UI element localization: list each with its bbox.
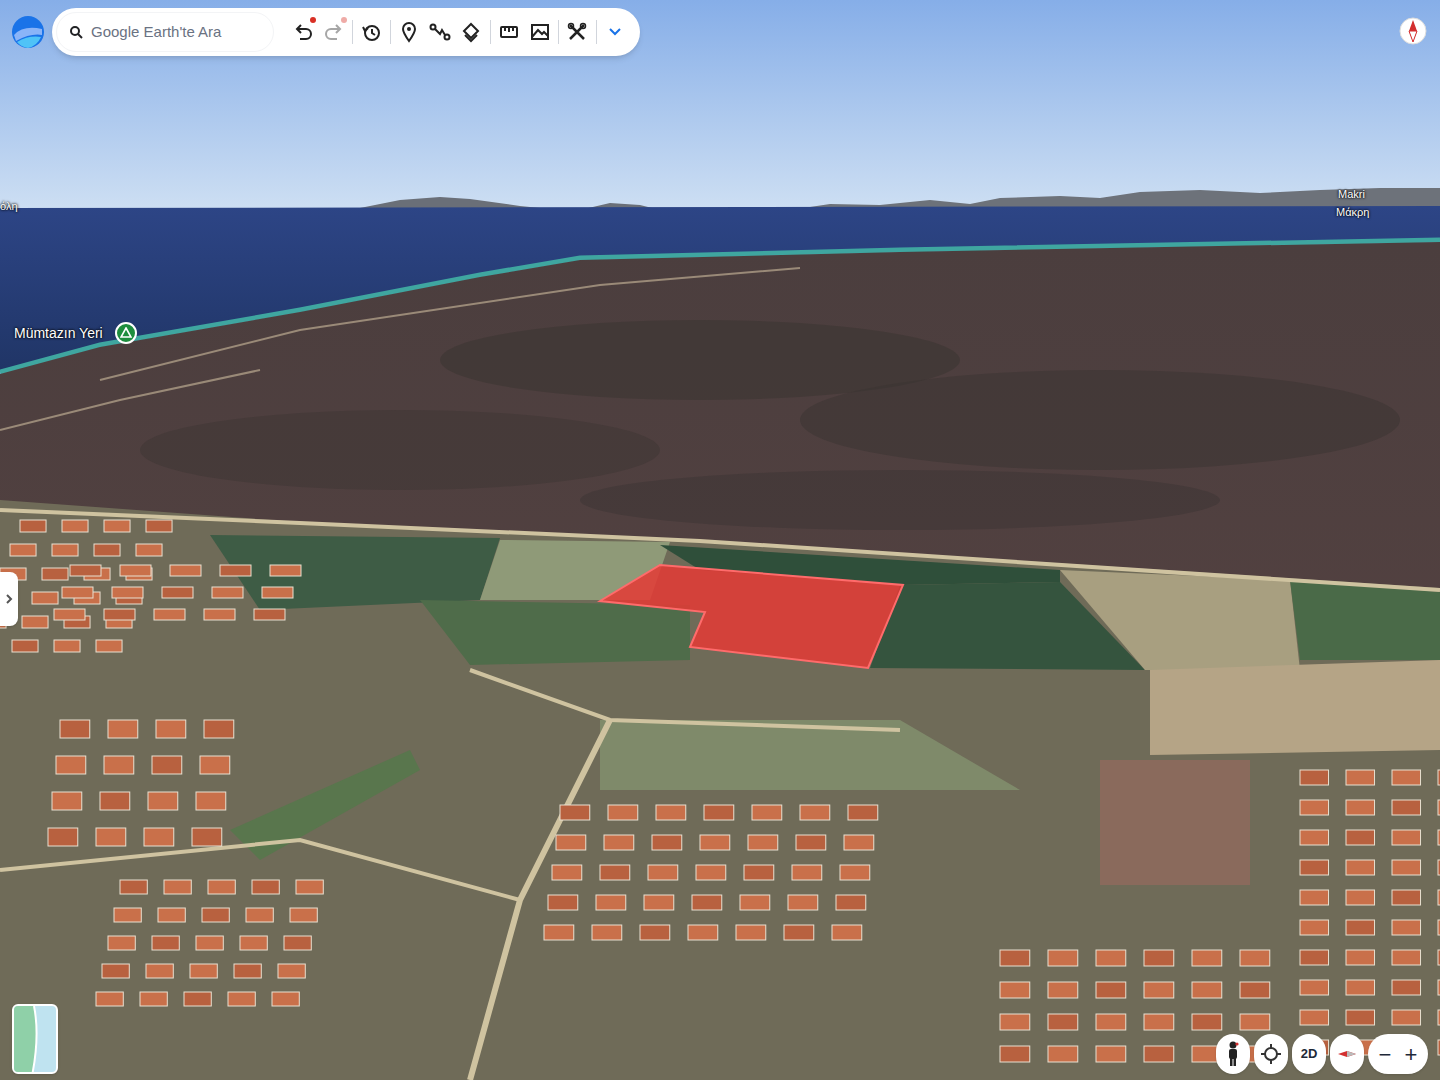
toolbar-separator	[558, 20, 559, 44]
toolbar-separator	[352, 20, 353, 44]
side-panel-toggle[interactable]	[0, 572, 18, 626]
change-indicator-dot	[341, 17, 347, 23]
map-label[interactable]: Mümtazın Yeri	[14, 322, 137, 344]
my-location-icon[interactable]	[1254, 1034, 1288, 1074]
map-label-text: όλη	[0, 200, 18, 212]
earth-logo-icon[interactable]	[10, 8, 46, 56]
compass-icon[interactable]	[1330, 1034, 1364, 1074]
change-indicator-dot	[310, 17, 316, 23]
street-view-pegman-icon[interactable]	[1216, 1034, 1250, 1074]
undo-icon[interactable]	[290, 17, 316, 47]
view-controls: 2D −+	[1216, 1034, 1428, 1074]
tools-icon[interactable]	[564, 17, 590, 47]
earth-view[interactable]: όλη Mümtazın Yeri Makri Μάκρη 2D −+	[0, 0, 1440, 1080]
redo-icon[interactable]	[321, 17, 347, 47]
zoom-in-button[interactable]: +	[1398, 1038, 1424, 1070]
map-label[interactable]: Μάκρη	[1336, 206, 1369, 218]
map-label-text: Μάκρη	[1336, 206, 1369, 218]
chevron-right-icon	[5, 593, 13, 605]
pin-icon[interactable]	[396, 17, 422, 47]
search-box[interactable]	[56, 12, 274, 52]
search-icon	[69, 25, 83, 39]
2d-toggle-button[interactable]: 2D	[1292, 1034, 1326, 1074]
history-icon[interactable]	[359, 17, 385, 47]
image-icon[interactable]	[527, 17, 553, 47]
map-label[interactable]: όλη	[0, 200, 18, 212]
aerial-imagery[interactable]	[0, 0, 1440, 1080]
expand-icon[interactable]	[602, 17, 628, 47]
zoom-controls: −+	[1368, 1034, 1428, 1074]
zoom-out-button[interactable]: −	[1372, 1038, 1398, 1070]
selected-parcel[interactable]	[600, 565, 903, 668]
minimap-thumbnail[interactable]	[12, 1004, 58, 1074]
path-icon[interactable]	[427, 17, 453, 47]
map-label-text: Mümtazın Yeri	[14, 323, 103, 344]
search-input[interactable]	[91, 21, 261, 44]
toolbar	[52, 8, 640, 56]
park-icon[interactable]	[115, 322, 137, 344]
compass-icon[interactable]	[1398, 14, 1428, 48]
toolbar-separator	[490, 20, 491, 44]
layers-icon[interactable]	[458, 17, 484, 47]
ruler-icon[interactable]	[496, 17, 522, 47]
map-label-text: Makri	[1338, 188, 1365, 200]
map-label[interactable]: Makri	[1338, 188, 1365, 200]
toolbar-separator	[390, 20, 391, 44]
toolbar-separator	[596, 20, 597, 44]
